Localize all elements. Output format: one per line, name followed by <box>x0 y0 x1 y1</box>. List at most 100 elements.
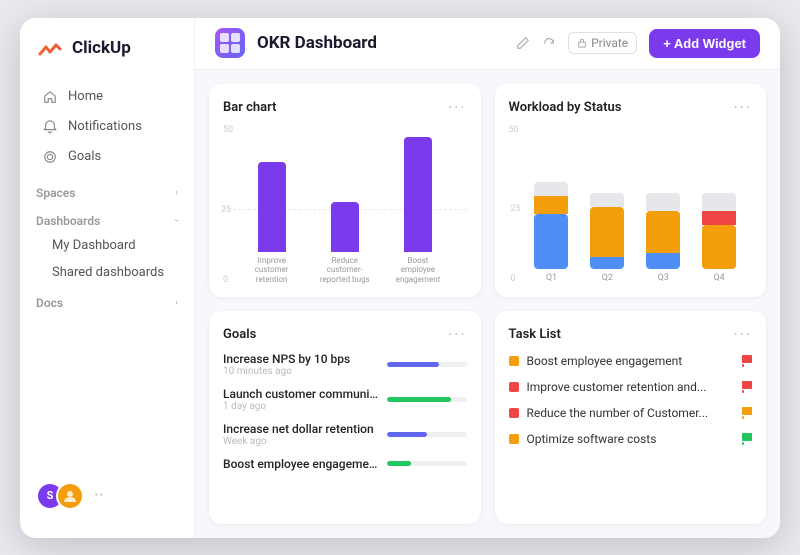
task-item-3[interactable]: Optimize software costs <box>509 430 753 448</box>
stacked-bar-q4: Q4 <box>702 193 736 283</box>
sidebar-bottom: S ·· <box>20 470 194 522</box>
sidebar-item-goals-label: Goals <box>68 149 101 164</box>
topbar-actions: Private + Add Widget <box>516 29 760 58</box>
goal-name-3: Boost employee engagement <box>223 457 379 471</box>
q1-label: Q1 <box>546 273 557 283</box>
q2-seg-blue <box>590 257 624 269</box>
bar-label-1: Reduce customer-reported bugs <box>316 256 373 285</box>
privacy-badge[interactable]: Private <box>568 32 637 54</box>
goals-title: Goals <box>223 327 256 342</box>
bar-label-2: Boost employeeengagement <box>389 256 446 285</box>
task-name-0: Boost employee engagement <box>527 354 735 368</box>
goal-item-3: Boost employee engagement <box>223 457 467 471</box>
sidebar-item-home-label: Home <box>68 89 103 104</box>
goal-track-1 <box>387 397 467 402</box>
goal-track-2 <box>387 432 467 437</box>
goals-header: Goals ··· <box>223 325 467 344</box>
sidebar-item-notifications-label: Notifications <box>68 119 142 134</box>
sidebar-section-docs[interactable]: Docs › <box>20 286 194 314</box>
page-title: OKR Dashboard <box>257 33 504 53</box>
bar-chart-widget: Bar chart ··· 50 25 0 Improve customerre… <box>209 84 481 297</box>
sidebar-item-home[interactable]: Home <box>26 82 188 112</box>
bar-chart-header: Bar chart ··· <box>223 98 467 117</box>
task-flag-0 <box>742 355 752 367</box>
bar-1 <box>331 202 359 252</box>
stacked-bar-q1: Q1 <box>534 182 568 283</box>
goal-track-3 <box>387 461 467 466</box>
add-widget-button[interactable]: + Add Widget <box>649 29 760 58</box>
task-name-3: Optimize software costs <box>527 432 735 446</box>
task-flag-1 <box>742 381 752 393</box>
q4-label: Q4 <box>713 273 724 283</box>
task-item-2[interactable]: Reduce the number of Customer... <box>509 404 753 422</box>
sidebar-item-goals[interactable]: Goals <box>26 142 188 172</box>
task-item-1[interactable]: Improve customer retention and... <box>509 378 753 396</box>
workload-menu[interactable]: ··· <box>733 98 752 117</box>
sidebar-item-notifications[interactable]: Notifications <box>26 112 188 142</box>
stacked-bar-q3: Q3 <box>646 193 680 283</box>
goal-time-2: Week ago <box>223 436 379 447</box>
goal-item-0: Increase NPS by 10 bps 10 minutes ago <box>223 352 467 377</box>
sidebar-section-spaces[interactable]: Spaces › <box>20 176 194 204</box>
bar-2 <box>404 137 432 252</box>
stacked-bar-q3-bar <box>646 193 680 269</box>
task-list: Boost employee engagement Improve custom… <box>509 352 753 510</box>
docs-chevron-icon: › <box>175 297 178 308</box>
bar-0 <box>258 162 286 252</box>
stacked-bars-container: Q1 Q2 <box>509 137 753 283</box>
stacked-bar-q1-bar <box>534 182 568 269</box>
q4-seg-gray <box>702 193 736 211</box>
edit-button[interactable] <box>516 36 530 50</box>
goal-fill-1 <box>387 397 451 402</box>
dashboard-grid: Bar chart ··· 50 25 0 Improve customerre… <box>195 70 780 538</box>
task-list-widget: Task List ··· Boost employee engagement … <box>495 311 767 524</box>
task-name-1: Improve customer retention and... <box>527 380 735 394</box>
refresh-button[interactable] <box>542 36 556 50</box>
goals-menu[interactable]: ··· <box>448 325 467 344</box>
clickup-logo-icon <box>36 34 64 62</box>
q1-seg-blue <box>534 214 568 269</box>
sidebar-item-my-dashboard[interactable]: My Dashboard <box>20 232 194 259</box>
task-name-2: Reduce the number of Customer... <box>527 406 735 420</box>
q3-label: Q3 <box>658 273 669 283</box>
goal-item-2: Increase net dollar retention Week ago <box>223 422 467 447</box>
goal-name-1: Launch customer community <box>223 387 379 401</box>
home-icon <box>42 89 58 105</box>
goal-fill-0 <box>387 362 439 367</box>
goal-time-0: 10 minutes ago <box>223 366 379 377</box>
q3-seg-yellow <box>646 211 680 253</box>
goals-list: Increase NPS by 10 bps 10 minutes ago La… <box>223 352 467 510</box>
task-list-header: Task List ··· <box>509 325 753 344</box>
workload-y-50: 50 <box>509 125 753 135</box>
bell-icon <box>42 119 58 135</box>
privacy-label: Private <box>591 36 628 50</box>
task-flag-2 <box>742 407 752 419</box>
sidebar-item-shared-dashboards[interactable]: Shared dashboards <box>20 259 194 286</box>
q2-label: Q2 <box>602 273 613 283</box>
task-item-0[interactable]: Boost employee engagement <box>509 352 753 370</box>
task-dot-1 <box>509 382 519 392</box>
q4-seg-red <box>702 211 736 225</box>
goal-fill-2 <box>387 432 427 437</box>
goal-fill-3 <box>387 461 411 466</box>
dashboards-label: Dashboards <box>36 214 100 228</box>
task-dot-3 <box>509 434 519 444</box>
bar-label-0: Improve customerretention <box>243 256 300 285</box>
stacked-bar-q4-bar <box>702 193 736 269</box>
q3-seg-gray <box>646 193 680 211</box>
task-list-menu[interactable]: ··· <box>733 325 752 344</box>
avatar-2 <box>56 482 84 510</box>
goal-info-0: Increase NPS by 10 bps 10 minutes ago <box>223 352 379 377</box>
bar-chart-menu[interactable]: ··· <box>448 98 467 117</box>
my-dashboard-label: My Dashboard <box>52 238 136 253</box>
q2-seg-yellow <box>590 207 624 257</box>
goal-name-2: Increase net dollar retention <box>223 422 379 436</box>
goal-track-0 <box>387 362 467 367</box>
sidebar-section-dashboards[interactable]: Dashboards › <box>20 204 194 232</box>
logo-text: ClickUp <box>72 38 131 58</box>
workload-title: Workload by Status <box>509 100 622 115</box>
q1-seg-gray <box>534 182 568 196</box>
workload-widget: Workload by Status ··· 50 25 0 <box>495 84 767 297</box>
bars-container: Improve customerretention Reduce custome… <box>223 137 467 285</box>
goal-info-2: Increase net dollar retention Week ago <box>223 422 379 447</box>
